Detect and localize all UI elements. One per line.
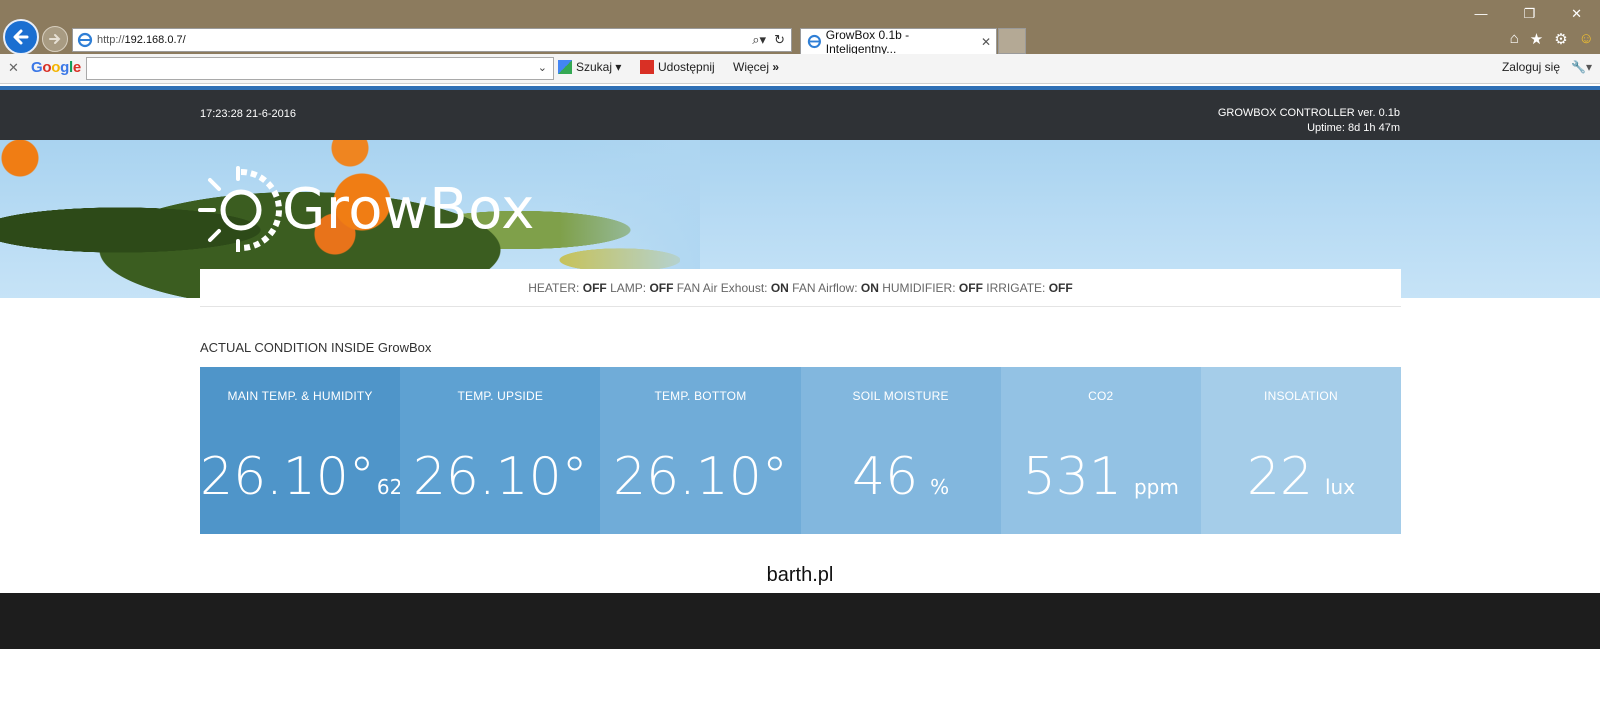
sensor-reading: 531 ppm: [1001, 447, 1201, 507]
sensor-label: SOIL MOISTURE: [852, 389, 949, 403]
uptime: Uptime: 8d 1h 47m: [1307, 122, 1400, 134]
sensor-value: 26.10°: [612, 447, 788, 507]
device-status-bar: HEATER: OFF LAMP: OFF FAN Air Exhoust: O…: [200, 269, 1401, 307]
device-state: OFF: [649, 281, 674, 295]
sensor-value: 531: [1022, 447, 1122, 507]
device-state: ON: [770, 281, 789, 295]
share-button[interactable]: Udostępnij: [640, 60, 715, 74]
device-state: OFF: [1048, 281, 1073, 295]
page-topbar: 17:23:28 21-6-2016 GROWBOX CONTROLLER ve…: [0, 90, 1600, 140]
section-title: ACTUAL CONDITION INSIDE GrowBox: [200, 340, 432, 355]
current-datetime: 17:23:28 21-6-2016: [200, 108, 297, 120]
device-status: HEATER: OFF: [528, 281, 606, 295]
close-toolbar-icon[interactable]: ✕: [8, 60, 19, 76]
search-icon[interactable]: ⌕▾: [752, 32, 766, 48]
device-name: LAMP:: [610, 281, 647, 295]
device-status: LAMP: OFF: [610, 281, 673, 295]
sensor-tile: INSOLATION 22 lux: [1200, 367, 1402, 534]
new-tab-button[interactable]: [998, 28, 1026, 54]
sensor-label: INSOLATION: [1264, 389, 1338, 403]
sensor-unit: lux: [1324, 475, 1356, 499]
sensor-tiles: MAIN TEMP. & HUMIDITY 26.10° 62% TEMP. UPSI…: [200, 367, 1402, 534]
address-bar[interactable]: http://192.168.0.7/ ⌕▾ ↻: [72, 28, 792, 52]
restore-icon[interactable]: ❐: [1523, 6, 1535, 22]
google-toolbar: ✕ Google ⌄ Szukaj ▾ Udostępnij Więcej » …: [0, 54, 1600, 84]
device-state: OFF: [582, 281, 607, 295]
login-link[interactable]: Zaloguj się: [1502, 60, 1560, 74]
device-name: HEATER:: [528, 281, 580, 295]
sensor-tile: CO2 531 ppm: [1000, 367, 1201, 534]
google-search-button[interactable]: Szukaj ▾: [558, 60, 621, 74]
device-status: FAN Airflow: ON: [792, 281, 879, 295]
chevron-down-icon[interactable]: ⌄: [538, 61, 547, 74]
brand-name: GrowBox: [282, 176, 535, 242]
growbox-logo: GrowBox: [198, 166, 535, 252]
close-window-icon[interactable]: ✕: [1571, 6, 1582, 22]
sensor-value: 26.10°: [200, 447, 375, 507]
sensor-reading: 26.10°: [400, 447, 600, 507]
sensor-unit: ppm: [1133, 475, 1179, 499]
sensor-tile: SOIL MOISTURE 46%: [800, 367, 1001, 534]
google-search-input[interactable]: ⌄: [86, 57, 554, 80]
sensor-tile: MAIN TEMP. & HUMIDITY 26.10° 62%: [200, 367, 421, 534]
device-name: FAN Airflow:: [792, 281, 858, 295]
sensor-tile: TEMP. BOTTOM 26.10°: [600, 367, 801, 534]
sensor-label: MAIN TEMP. & HUMIDITY: [227, 389, 373, 403]
sensor-value: 22: [1246, 447, 1313, 507]
window-controls: — ❐ ✕: [1474, 6, 1582, 22]
wrench-icon[interactable]: 🔧▾: [1571, 60, 1592, 74]
sun-gear-icon: [198, 166, 282, 252]
settings-gear-icon[interactable]: ⚙: [1554, 30, 1567, 48]
device-status: HUMIDIFIER: OFF: [882, 281, 983, 295]
more-button[interactable]: Więcej »: [733, 60, 779, 74]
back-button[interactable]: [3, 19, 39, 55]
ie-page-icon: [77, 32, 93, 48]
tab-growbox[interactable]: GrowBox 0.1b - Inteligentny... ✕: [800, 27, 997, 56]
tab-title: GrowBox 0.1b - Inteligentny...: [825, 27, 910, 56]
controller-version: GROWBOX CONTROLLER ver. 0.1b: [1217, 107, 1400, 119]
arrow-left-icon: [13, 29, 29, 45]
sensor-tile: TEMP. UPSIDE 26.10°: [400, 367, 601, 534]
google-search-icon: [558, 60, 572, 74]
page-footer: [0, 593, 1600, 649]
google-logo: Google: [31, 59, 81, 76]
sensor-label: CO2: [1088, 389, 1114, 403]
sensor-label: TEMP. UPSIDE: [457, 389, 544, 403]
minimize-icon[interactable]: —: [1474, 6, 1487, 22]
ie-tab-icon: [807, 34, 821, 49]
browser-titlebar: http://192.168.0.7/ ⌕▾ ↻ GrowBox 0.1b - …: [0, 0, 1600, 56]
arrow-right-icon: [49, 34, 61, 44]
home-icon[interactable]: ⌂: [1510, 30, 1519, 48]
sensor-value: 26.10°: [412, 447, 588, 507]
sensor-reading: 26.10° 62%: [200, 447, 421, 507]
feedback-smiley-icon[interactable]: ☺: [1579, 30, 1594, 48]
sensor-value: 46: [852, 447, 919, 507]
controller-info: GROWBOX CONTROLLER ver. 0.1b Uptime: 8d …: [1218, 106, 1400, 136]
device-name: FAN Air Exhoust:: [676, 281, 768, 295]
sensor-label: TEMP. BOTTOM: [654, 389, 747, 403]
favorites-star-icon[interactable]: ★: [1530, 30, 1543, 48]
device-status: IRRIGATE: OFF: [986, 281, 1072, 295]
credit-text[interactable]: barth.pl: [0, 564, 1600, 587]
ie-toolbar-icons: ⌂ ★ ⚙ ☺: [1510, 30, 1594, 48]
device-name: IRRIGATE:: [986, 281, 1046, 295]
sensor-reading: 26.10°: [600, 447, 800, 507]
close-tab-icon[interactable]: ✕: [981, 35, 991, 49]
refresh-icon[interactable]: ↻: [774, 32, 785, 48]
google-plus-icon: [640, 60, 654, 74]
forward-button[interactable]: [42, 26, 68, 52]
address-tools: ⌕▾ ↻: [752, 32, 785, 48]
sensor-unit: %: [930, 475, 950, 499]
device-state: OFF: [958, 281, 983, 295]
device-state: ON: [860, 281, 879, 295]
sensor-reading: 22 lux: [1201, 447, 1401, 507]
device-status: FAN Air Exhoust: ON: [677, 281, 789, 295]
address-url: http://192.168.0.7/: [97, 34, 186, 46]
device-name: HUMIDIFIER:: [882, 281, 956, 295]
sensor-reading: 46%: [801, 447, 1001, 507]
